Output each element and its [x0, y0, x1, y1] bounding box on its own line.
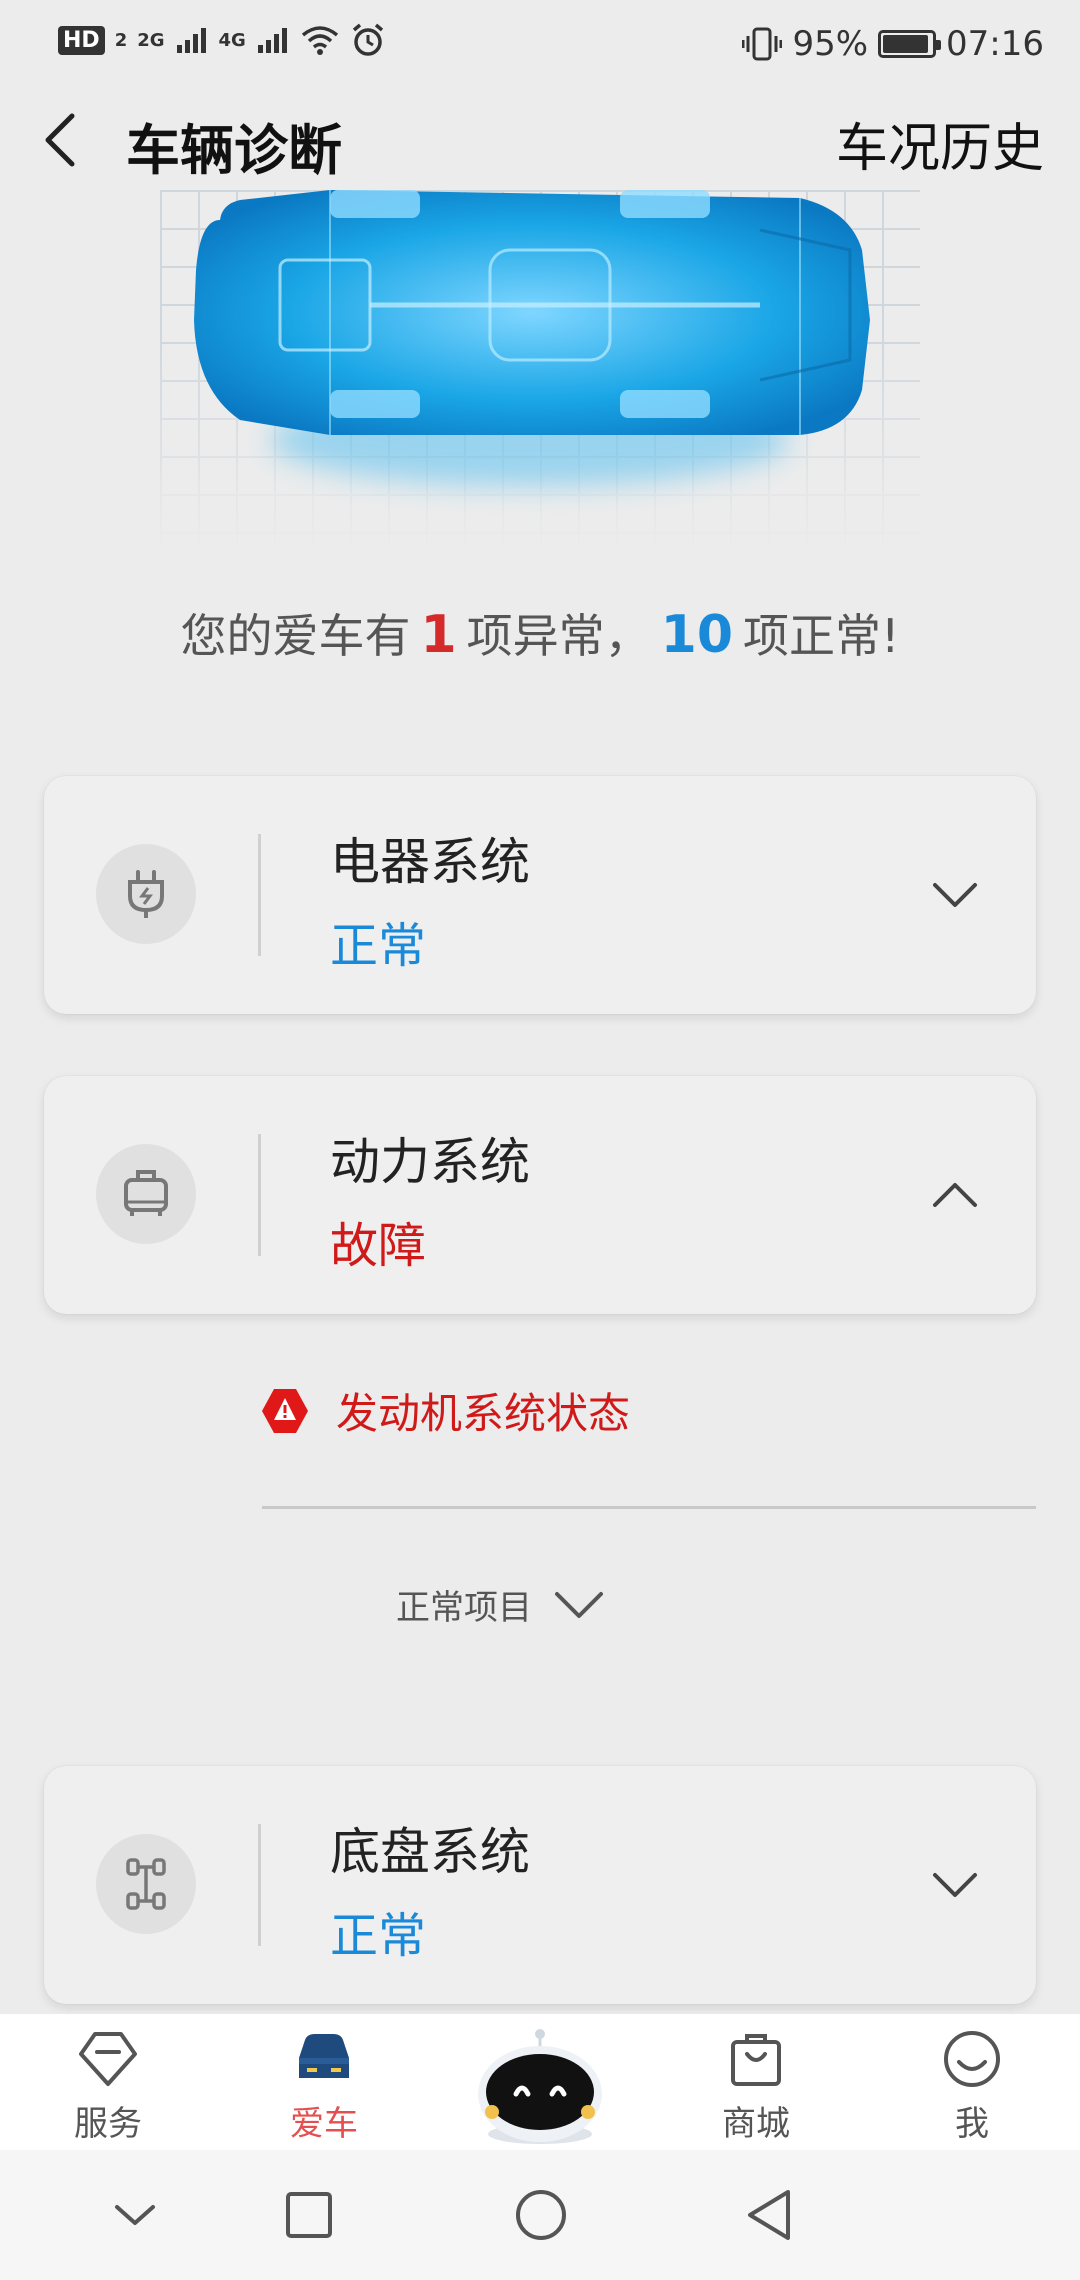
system-status: 正常: [330, 1908, 427, 1964]
fault-item-engine[interactable]: 发动机系统状态: [260, 1380, 630, 1441]
back-icon: [748, 2190, 790, 2240]
nav-back-button[interactable]: [734, 2180, 804, 2250]
status-left: HD 2 2G 4G: [58, 22, 386, 58]
card-divider: [258, 834, 261, 956]
engine-icon: [96, 1144, 196, 1244]
tab-me[interactable]: 我: [902, 2028, 1042, 2148]
page-title: 车辆诊断: [126, 119, 342, 182]
chevron-left-icon: [45, 113, 75, 167]
back-button[interactable]: [30, 108, 90, 172]
home-icon: [516, 2190, 566, 2240]
normal-items-label: 正常项目: [396, 1588, 532, 1628]
system-status: 正常: [330, 918, 427, 974]
card-divider: [258, 1134, 261, 1256]
chevron-down-icon[interactable]: [930, 870, 980, 920]
warning-icon: [262, 1388, 308, 1433]
hd-sim-index: 2: [114, 29, 128, 51]
collapse-icon: [115, 2205, 155, 2225]
status-bar: HD 2 2G 4G 95% 07:16: [0, 0, 1080, 90]
normal-count: 10: [660, 605, 734, 665]
clock: 07:16: [946, 24, 1044, 64]
signal-icon: [176, 28, 206, 53]
system-title: 动力系统: [330, 1133, 530, 1191]
car-xray-image: [194, 190, 870, 486]
system-status: 故障: [330, 1218, 427, 1274]
fault-label: 发动机系统状态: [336, 1389, 631, 1438]
system-title: 电器系统: [330, 833, 530, 891]
card-divider: [258, 1824, 261, 1946]
smile-icon: [944, 2031, 1000, 2087]
car-illustration: [160, 190, 920, 550]
tab-my-car[interactable]: 爱车: [254, 2028, 394, 2148]
battery-level-fill: [883, 35, 929, 53]
alarm-icon: [352, 23, 383, 56]
system-card-power[interactable]: 动力系统 故障: [44, 1076, 1036, 1314]
network-4g-label: 4G: [218, 29, 246, 51]
nav-recents-button[interactable]: [274, 2180, 344, 2250]
car-icon: [299, 2034, 349, 2078]
summary-prefix: 您的爱车有: [180, 609, 411, 663]
normal-items-toggle[interactable]: 正常项目: [396, 1580, 604, 1629]
nav-home-button[interactable]: [506, 2180, 576, 2250]
tab-label: 爱车: [290, 2104, 358, 2144]
battery-icon: [878, 30, 942, 58]
system-navigation-bar: [0, 2150, 1080, 2280]
nav-collapse-button[interactable]: [100, 2180, 170, 2250]
tab-label: 商城: [722, 2104, 790, 2144]
vehicle-history-link[interactable]: 车况历史: [836, 106, 1044, 181]
plug-icon: [96, 844, 196, 944]
signal-icon: [257, 28, 287, 53]
hd-badge: HD: [58, 25, 105, 55]
app-header: 车辆诊断 车况历史: [0, 90, 1080, 190]
shopping-bag-icon: [731, 2034, 781, 2086]
tab-service[interactable]: 服务: [38, 2028, 178, 2148]
wifi-icon: [301, 26, 338, 55]
vibrate-icon: [742, 27, 783, 61]
recents-icon: [286, 2192, 332, 2238]
tab-label: 服务: [74, 2104, 142, 2144]
robot-assistant-icon[interactable]: [470, 2022, 610, 2152]
network-2g-label: 2G: [137, 29, 165, 51]
summary-middle: 项异常，: [466, 609, 651, 663]
status-right: 95% 07:16: [742, 24, 1044, 64]
bottom-tab-bar: 服务 爱车 商城 我: [0, 2014, 1080, 2150]
diagnosis-summary: 您的爱车有 1 项异常， 10 项正常!: [0, 600, 1080, 666]
service-icon: [79, 2032, 137, 2086]
abnormal-count: 1: [420, 605, 457, 665]
system-card-chassis[interactable]: 底盘系统 正常: [44, 1766, 1036, 2004]
battery-percent: 95%: [792, 24, 869, 64]
divider: [262, 1506, 1036, 1509]
chevron-down-icon: [555, 1591, 603, 1618]
tab-mall[interactable]: 商城: [686, 2028, 826, 2148]
chevron-up-icon[interactable]: [930, 1170, 980, 1220]
tab-label: 我: [955, 2104, 989, 2144]
system-title: 底盘系统: [330, 1823, 530, 1881]
chevron-down-icon[interactable]: [930, 1860, 980, 1910]
chassis-icon: [96, 1834, 196, 1934]
system-card-electrical[interactable]: 电器系统 正常: [44, 776, 1036, 1014]
summary-suffix: 项正常!: [743, 609, 900, 663]
